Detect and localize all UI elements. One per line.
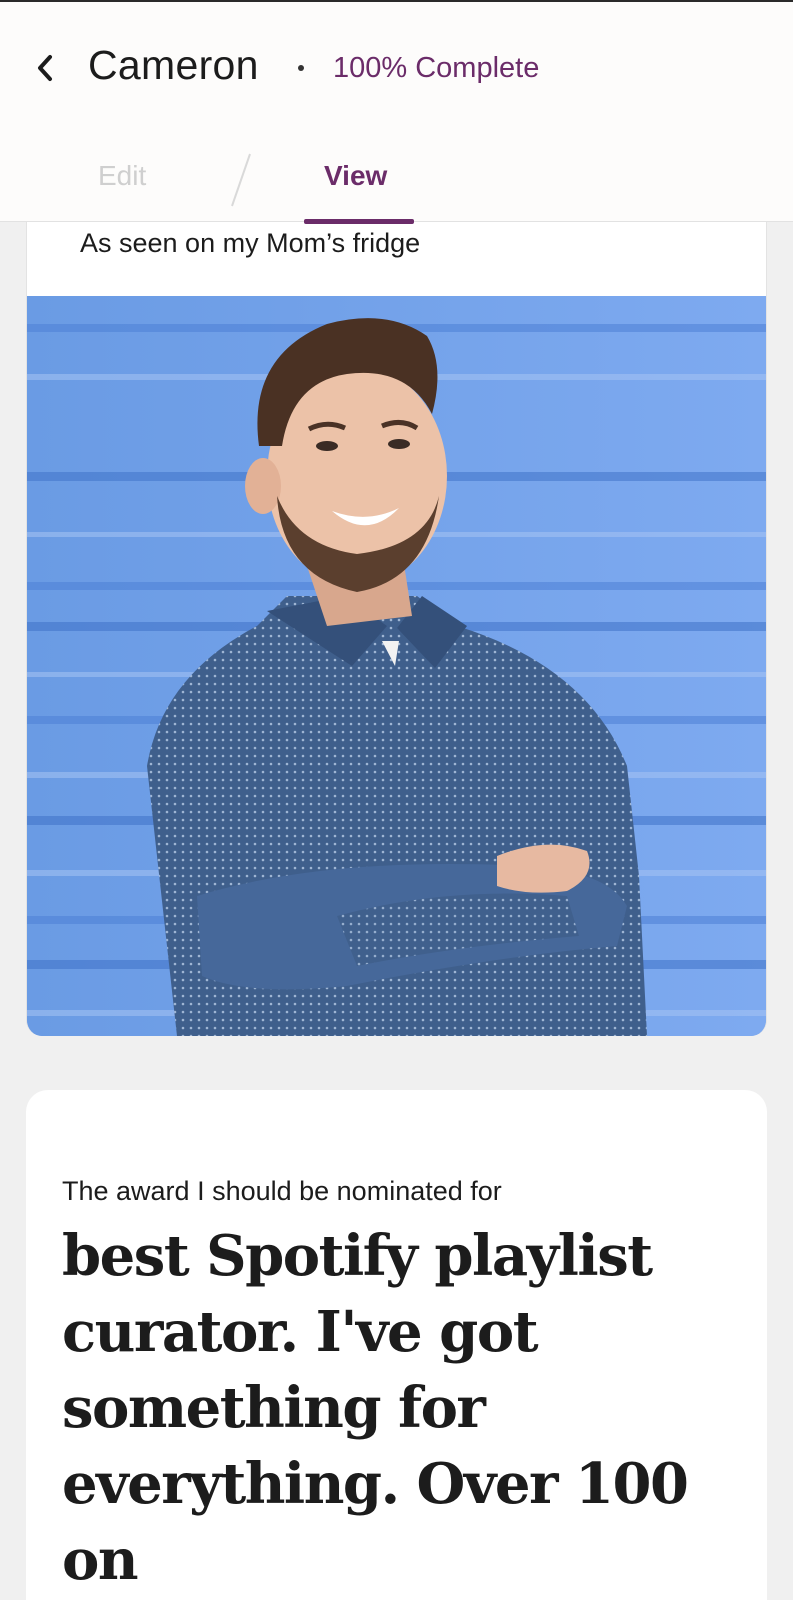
- prompt-card: The award I should be nominated for best…: [26, 1090, 767, 1600]
- photo-card: As seen on my Mom’s fridge: [26, 200, 767, 1036]
- tab-edit[interactable]: Edit: [98, 160, 146, 192]
- separator-dot: [298, 65, 304, 71]
- chevron-left-icon: [38, 55, 52, 81]
- completion-status: 100% Complete: [333, 52, 540, 84]
- tab-divider: [231, 153, 251, 207]
- prompt-question: The award I should be nominated for: [62, 1176, 502, 1206]
- profile-photo[interactable]: [27, 296, 766, 1036]
- tab-view[interactable]: View: [324, 160, 387, 192]
- profile-header: Cameron 100% Complete Edit View: [0, 0, 793, 224]
- prompt-answer: best Spotify playlist curator. I've got …: [62, 1223, 689, 1593]
- photo-caption: As seen on my Mom’s fridge: [80, 228, 421, 258]
- active-tab-indicator: [304, 219, 414, 224]
- profile-name: Cameron: [88, 42, 259, 88]
- back-button[interactable]: [28, 46, 62, 90]
- photo-illustration: [27, 296, 766, 1036]
